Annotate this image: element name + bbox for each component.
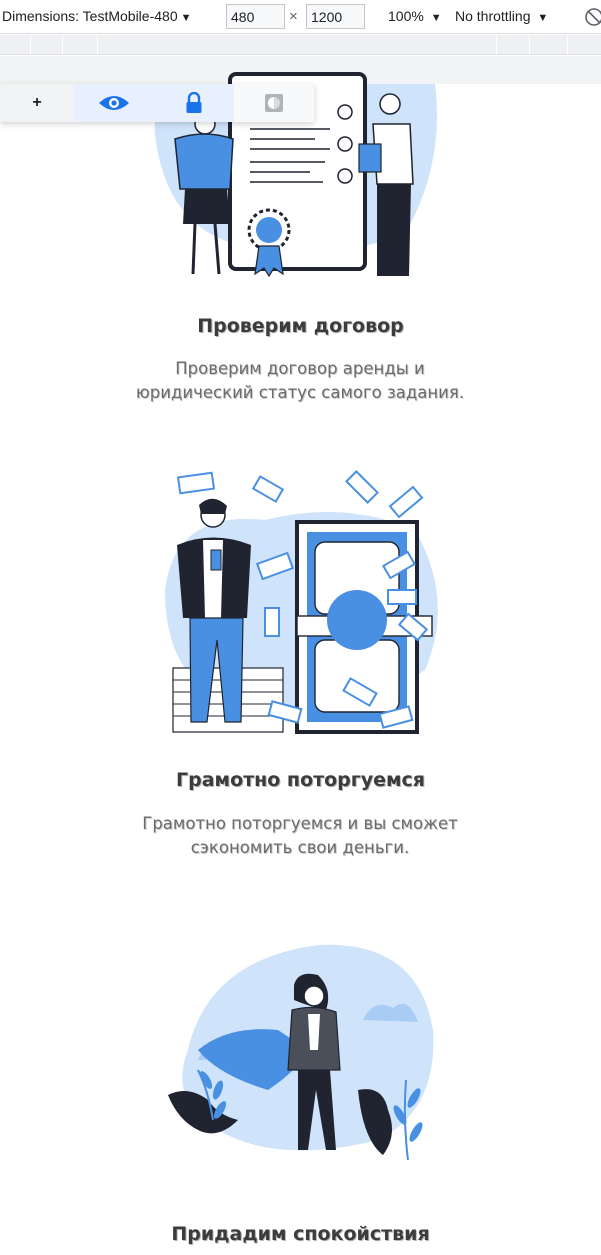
dimensions-label: Dimensions: TestMobile-480 xyxy=(2,8,178,24)
feature-desc-contract: Проверим договор аренды и юридический ст… xyxy=(135,359,465,402)
lock-icon xyxy=(186,92,202,113)
plus-icon: + xyxy=(32,94,42,111)
chevron-down-icon: ▼ xyxy=(430,12,442,24)
height-input[interactable] xyxy=(306,4,365,29)
feature-title-calm: Придадим спокойствия xyxy=(171,1223,430,1245)
width-input[interactable] xyxy=(226,4,285,29)
zoom-label: 100% xyxy=(388,8,424,24)
eye-icon xyxy=(99,96,129,110)
plus-button[interactable]: + xyxy=(0,84,74,122)
feature-title-negotiate: Грамотно поторгуемся xyxy=(176,769,425,791)
feature-desc-negotiate: Грамотно поторгуемся и вы сможет сэконом… xyxy=(142,814,458,857)
dimensions-dropdown[interactable]: Dimensions: TestMobile-480 ▼ xyxy=(2,8,192,24)
contrast-button[interactable] xyxy=(234,84,314,122)
accessibility-toolbox: + xyxy=(0,84,314,122)
eye-button[interactable] xyxy=(74,84,154,122)
times-icon: × xyxy=(289,8,298,25)
feature-title-contract: Проверим договор xyxy=(197,315,404,337)
device-toolbar: Dimensions: TestMobile-480▼ × 100% ▼ No … xyxy=(0,0,601,34)
throttling-label: No throttling xyxy=(455,8,531,24)
lock-button[interactable] xyxy=(154,84,234,122)
chevron-down-icon: ▼ xyxy=(180,12,192,24)
rotate-icon[interactable] xyxy=(583,6,601,26)
throttling-dropdown[interactable]: No throttling ▼ xyxy=(455,8,548,24)
contrast-icon xyxy=(265,94,283,112)
chevron-down-icon: ▼ xyxy=(537,12,549,24)
calm-illustration xyxy=(168,944,434,1161)
zoom-dropdown[interactable]: 100% ▼ xyxy=(388,8,442,24)
media-query-ruler[interactable] xyxy=(0,35,601,55)
money-illustration xyxy=(165,470,438,734)
